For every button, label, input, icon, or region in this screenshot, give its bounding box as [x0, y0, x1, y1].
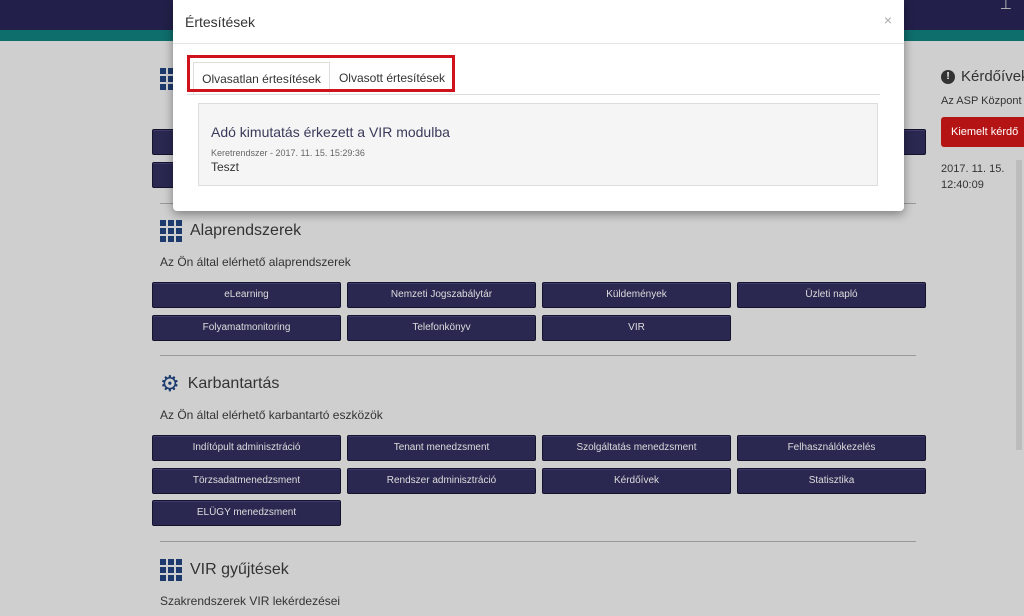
right-panel-scrollbar[interactable]	[1016, 160, 1022, 450]
tenant-button[interactable]: Tenant menedzsment	[347, 435, 536, 461]
close-icon[interactable]: ×	[884, 12, 892, 28]
notification-body: Teszt	[211, 160, 240, 174]
section-desc-vir: Szakrendszerek VIR lekérdezései	[160, 594, 341, 608]
divider	[160, 541, 916, 542]
vir-button[interactable]: VIR	[542, 315, 731, 341]
right-panel-title-text: Kérdőívek	[961, 68, 1024, 85]
rendszer-admin-button[interactable]: Rendszer adminisztráció	[347, 468, 536, 494]
section-title-alaprendszerek: Alaprendszerek	[160, 220, 301, 242]
kerdoivek-button[interactable]: Kérdőívek	[542, 468, 731, 494]
time-line: 12:40:09	[941, 179, 984, 191]
notification-item[interactable]: Adó kimutatás érkezett a VIR modulba Ker…	[198, 103, 878, 186]
elearning-button[interactable]: eLearning	[152, 282, 341, 308]
torzsadat-button[interactable]: Törzsadatmenedzsment	[152, 468, 341, 494]
statisztika-button[interactable]: Statisztika	[737, 468, 926, 494]
section-title-text: VIR gyűjtések	[190, 561, 289, 578]
telefonkonyv-button[interactable]: Telefonkönyv	[347, 315, 536, 341]
right-panel-desc: Az ASP Központ	[941, 95, 1022, 107]
right-panel-title: ! Kérdőívek	[941, 68, 1024, 85]
uzleti-naplo-button[interactable]: Üzleti napló	[737, 282, 926, 308]
right-panel-date: 2017. 11. 15. 12:40:09	[941, 161, 1004, 193]
date-line: 2017. 11. 15.	[941, 163, 1005, 175]
section-title-vir: VIR gyűjtések	[160, 559, 289, 581]
divider	[160, 355, 916, 356]
gear-icon: ⚙	[160, 371, 180, 396]
section-title-text: Karbantartás	[187, 375, 280, 392]
modal-header-divider	[173, 43, 904, 44]
kuldemenyek-button[interactable]: Küldemények	[542, 282, 731, 308]
szolgaltatas-button[interactable]: Szolgáltatás menedzsment	[542, 435, 731, 461]
grid-icon	[160, 220, 182, 242]
folyamatmonitoring-button[interactable]: Folyamatmonitoring	[152, 315, 341, 341]
notification-title: Adó kimutatás érkezett a VIR modulba	[211, 124, 450, 140]
tabs-highlight-box	[187, 55, 455, 92]
section-desc-karbantartas: Az Ön által elérhető karbantartó eszközö…	[160, 408, 383, 422]
grid-icon	[160, 559, 182, 581]
elugy-button[interactable]: ELÜGY menedzsment	[152, 500, 341, 526]
felhasznalokezeles-button[interactable]: Felhasználókezelés	[737, 435, 926, 461]
exclamation-icon: !	[941, 69, 955, 84]
kiemelt-kerdoiv-button[interactable]: Kiemelt kérdő	[941, 117, 1024, 147]
section-title-karbantartas: ⚙ Karbantartás	[160, 373, 279, 395]
section-title-text: Alaprendszerek	[190, 222, 302, 239]
notification-meta: Keretrendszer - 2017. 11. 15. 15:29:36	[211, 148, 365, 158]
inditopult-button[interactable]: Indítópult adminisztráció	[152, 435, 341, 461]
notifications-modal: Értesítések × Olvasatlan értesítések Olv…	[173, 0, 904, 211]
section-desc-alaprendszerek: Az Ön által elérhető alaprendszerek	[160, 255, 351, 269]
modal-title: Értesítések	[185, 14, 256, 30]
jogszabalytar-button[interactable]: Nemzeti Jogszabálytár	[347, 282, 536, 308]
user-icon[interactable]: ⊥	[1000, 0, 1012, 13]
